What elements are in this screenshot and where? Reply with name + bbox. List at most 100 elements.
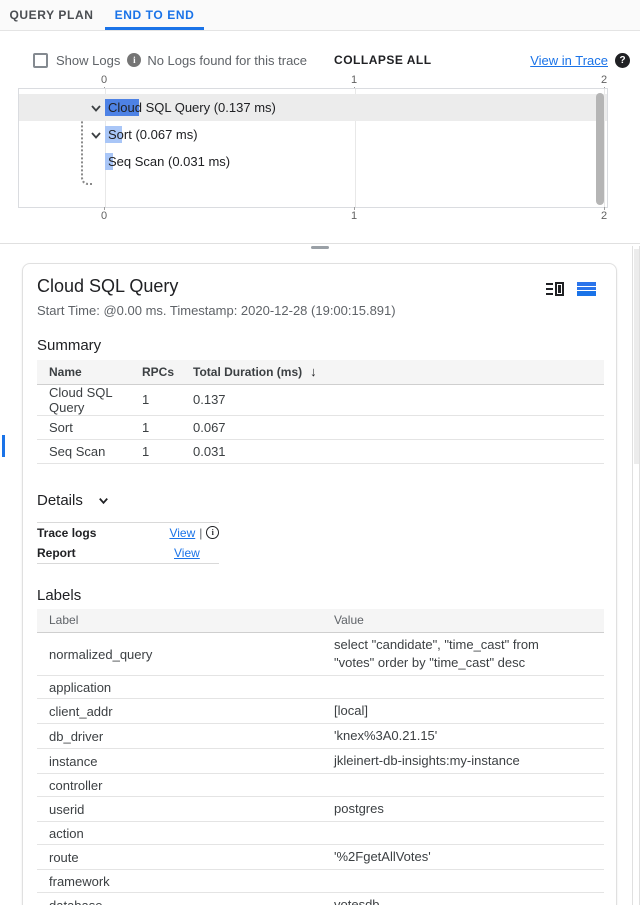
details-scrollbar-thumb[interactable]	[634, 249, 639, 464]
label-value: votesdb	[334, 893, 604, 905]
report-view-link[interactable]: View	[174, 546, 200, 560]
axis-tick-label: 1	[351, 210, 357, 222]
label-row: framework	[37, 870, 604, 893]
chevron-down-icon[interactable]	[89, 101, 103, 115]
side-panel-view-icon[interactable]	[546, 282, 564, 296]
label-key: route	[37, 845, 334, 870]
label-value	[334, 870, 604, 893]
label-value: postgres	[334, 797, 604, 822]
report-row: Report View	[37, 543, 219, 563]
span-label: Cloud SQL Query (0.137 ms)	[108, 94, 276, 121]
view-in-trace-link[interactable]: View in Trace	[530, 53, 608, 68]
timeline-span-seq-scan[interactable]: Seq Scan (0.031 ms)	[19, 148, 607, 175]
toolbar: Show Logs i No Logs found for this trace…	[0, 46, 640, 74]
summary-cell-rpcs: 1	[142, 384, 193, 415]
label-row: db_driver 'knex%3A0.21.15'	[37, 724, 604, 749]
summary-row: Sort 1 0.067	[37, 415, 604, 439]
summary-cell-rpcs: 1	[142, 439, 193, 463]
tab-end-to-end-label: END TO END	[115, 8, 195, 22]
label-value: [local]	[334, 699, 604, 724]
label-key: application	[37, 676, 334, 699]
label-row: database votesdb	[37, 893, 604, 905]
label-value: 'knex%3A0.21.15'	[334, 724, 604, 749]
show-logs-label: Show Logs	[56, 53, 120, 68]
summary-cell-duration: 0.137	[193, 384, 604, 415]
details-links-table: Trace logs View | i Report View	[37, 522, 219, 564]
span-label: Sort (0.067 ms)	[108, 121, 198, 148]
link-separator: |	[199, 526, 202, 540]
summary-cell-name: Seq Scan	[37, 439, 142, 463]
collapse-all-button[interactable]: COLLAPSE ALL	[334, 53, 432, 67]
axis-tick-label: 1	[351, 74, 357, 86]
axis-tick-label: 2	[601, 74, 607, 86]
tab-query-plan[interactable]: QUERY PLAN	[0, 0, 103, 30]
labels-header-row: Label Value	[37, 609, 604, 633]
panel-resize-handle[interactable]	[311, 246, 329, 249]
summary-col-rpcs: RPCs	[142, 360, 193, 384]
label-row: action	[37, 822, 604, 845]
trace-logs-row: Trace logs View | i	[37, 523, 219, 543]
view-toggle-icons	[546, 282, 596, 296]
details-scrollbar-track	[632, 246, 640, 905]
axis-tick-label: 2	[601, 210, 607, 222]
details-heading-label: Details	[37, 492, 83, 509]
label-value	[334, 822, 604, 845]
details-heading[interactable]: Details	[37, 492, 602, 509]
info-icon[interactable]: i	[127, 53, 141, 67]
summary-col-duration[interactable]: Total Duration (ms) ↓	[193, 360, 604, 384]
summary-col-name: Name	[37, 360, 142, 384]
trace-logs-view-link[interactable]: View	[169, 526, 195, 540]
label-key: framework	[37, 870, 334, 893]
span-subtitle: Start Time: @0.00 ms. Timestamp: 2020-12…	[37, 303, 602, 318]
summary-cell-name: Cloud SQL Query	[37, 384, 142, 415]
span-title: Cloud SQL Query	[37, 275, 602, 297]
sort-descending-icon[interactable]: ↓	[310, 364, 317, 379]
summary-table: Name RPCs Total Duration (ms) ↓ Cloud SQL…	[37, 360, 604, 464]
summary-col-duration-label: Total Duration (ms)	[193, 365, 302, 379]
label-row: application	[37, 676, 604, 699]
timeline-axis-bottom: 0 1 2	[0, 210, 640, 223]
span-timeline-panel: Cloud SQL Query (0.137 ms) Sort (0.067 m…	[18, 88, 608, 208]
span-label: Seq Scan (0.031 ms)	[108, 148, 230, 175]
label-value	[334, 676, 604, 699]
summary-heading: Summary	[37, 337, 602, 354]
labels-heading: Labels	[37, 587, 602, 604]
labels-table: Label Value normalized_query select "can…	[37, 609, 604, 905]
timeline-axis-top: 0 1 2	[0, 74, 640, 87]
timeline-scrollbar[interactable]	[596, 93, 604, 205]
info-outline-icon[interactable]: i	[206, 526, 219, 539]
panel-divider	[0, 243, 640, 244]
axis-tick-label: 0	[101, 74, 107, 86]
timeline-span-cloud-sql-query[interactable]: Cloud SQL Query (0.137 ms)	[19, 94, 607, 121]
help-icon[interactable]: ?	[615, 53, 630, 68]
summary-row: Seq Scan 1 0.031	[37, 439, 604, 463]
show-logs-checkbox[interactable]	[33, 53, 48, 68]
summary-cell-duration: 0.031	[193, 439, 604, 463]
label-row: normalized_query select "candidate", "ti…	[37, 633, 604, 676]
chevron-down-icon[interactable]	[97, 494, 110, 507]
labels-col-label: Label	[37, 609, 334, 633]
label-key: controller	[37, 774, 334, 797]
label-row: instance jkleinert-db-insights:my-instan…	[37, 749, 604, 774]
chevron-down-icon[interactable]	[89, 128, 103, 142]
label-key: normalized_query	[37, 633, 334, 676]
report-label: Report	[37, 546, 174, 560]
trace-logs-label: Trace logs	[37, 526, 169, 540]
summary-cell-rpcs: 1	[142, 415, 193, 439]
timeline-span-sort[interactable]: Sort (0.067 ms)	[19, 121, 607, 148]
summary-header-row: Name RPCs Total Duration (ms) ↓	[37, 360, 604, 384]
label-row: userid postgres	[37, 797, 604, 822]
label-key: action	[37, 822, 334, 845]
label-key: userid	[37, 797, 334, 822]
span-details-card: Cloud SQL Query Start Time: @0.00 ms. Ti…	[22, 263, 617, 905]
label-row: route '%2FgetAllVotes'	[37, 845, 604, 870]
tab-query-plan-label: QUERY PLAN	[9, 8, 93, 22]
summary-cell-name: Sort	[37, 415, 142, 439]
list-view-icon[interactable]	[577, 282, 596, 296]
label-value: select "candidate", "time_cast" from "vo…	[334, 633, 604, 676]
summary-cell-duration: 0.067	[193, 415, 604, 439]
label-key: client_addr	[37, 699, 334, 724]
scroll-position-indicator	[2, 435, 5, 457]
tab-end-to-end[interactable]: END TO END	[103, 0, 206, 30]
label-value	[334, 774, 604, 797]
